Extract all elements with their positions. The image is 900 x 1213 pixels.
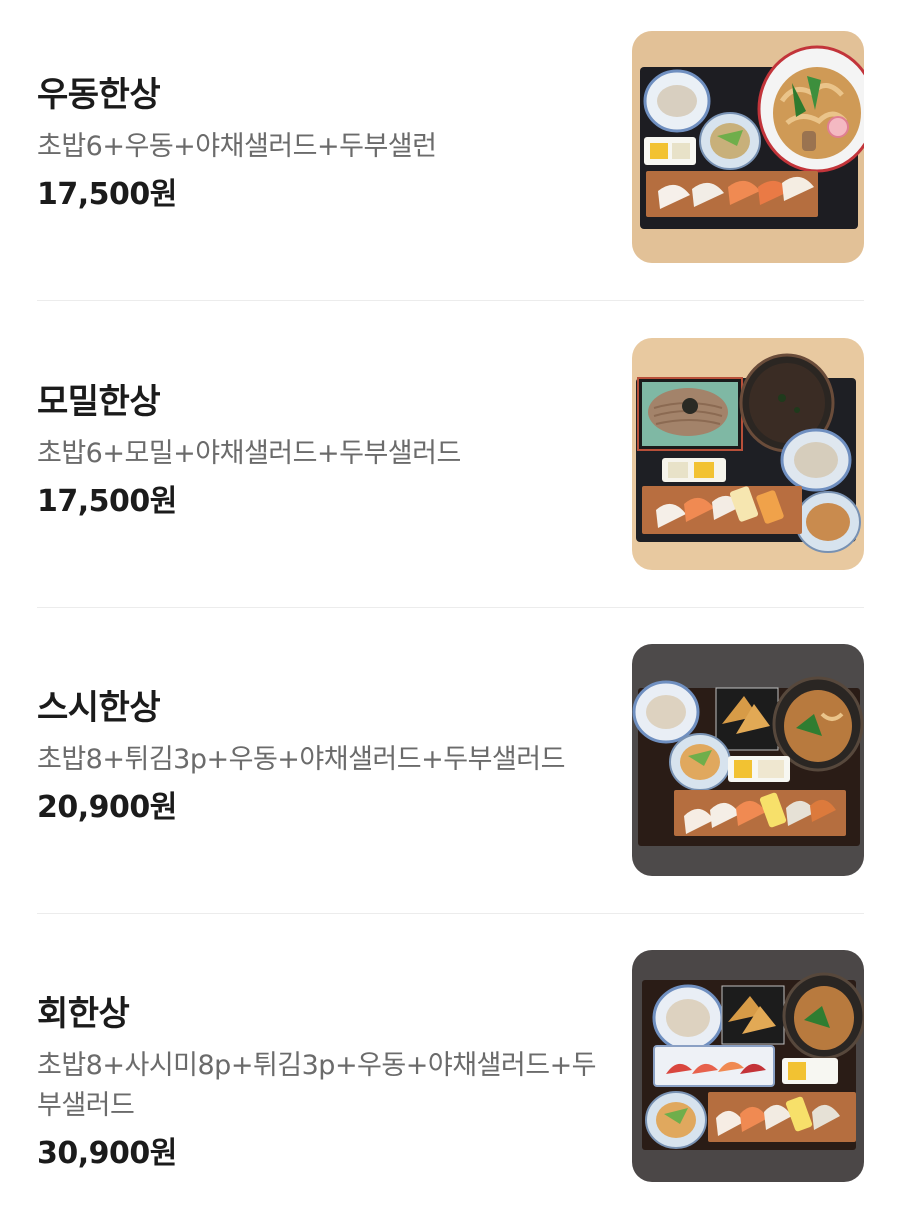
menu-item-info: 우동한상 초밥6+우동+야채샐러드+두부샐런 17,500원 — [37, 73, 597, 215]
sashimi-set-illustration — [632, 950, 864, 1182]
udon-set-photo[interactable] — [632, 31, 864, 263]
menu-item-info: 스시한상 초밥8+튀김3p+우동+야채샐러드+두부샐러드 20,900원 — [37, 686, 597, 828]
menu-item-price: 30,900원 — [37, 1136, 177, 1171]
menu-item-udon-set[interactable]: 우동한상 초밥6+우동+야채샐러드+두부샐런 17,500원 — [37, 31, 864, 263]
sushi-set-illustration — [632, 644, 864, 876]
menu-item-price: 17,500원 — [37, 177, 177, 212]
divider — [37, 607, 864, 608]
sashimi-set-photo[interactable] — [632, 950, 864, 1182]
soba-set-photo[interactable] — [632, 338, 864, 570]
menu-item-price: 17,500원 — [37, 484, 177, 519]
menu-item-info: 모밀한상 초밥6+모밀+야채샐러드+두부샐러드 17,500원 — [37, 380, 597, 522]
sushi-set-photo[interactable] — [632, 644, 864, 876]
menu-item-info: 회한상 초밥8+사시미8p+튀김3p+우동+야채샐러드+두부샐러드 30,900… — [37, 992, 597, 1174]
menu-item-sushi-set[interactable]: 스시한상 초밥8+튀김3p+우동+야채샐러드+두부샐러드 20,900원 — [37, 644, 864, 876]
menu-item-sashimi-set[interactable]: 회한상 초밥8+사시미8p+튀김3p+우동+야채샐러드+두부샐러드 30,900… — [37, 950, 864, 1182]
menu-item-description: 초밥8+사시미8p+튀김3p+우동+야채샐러드+두부샐러드 — [37, 1050, 597, 1121]
udon-set-illustration — [632, 31, 864, 263]
menu-item-name: 우동한상 — [37, 75, 161, 115]
menu-item-price: 20,900원 — [37, 790, 177, 825]
soba-set-illustration — [632, 338, 864, 570]
menu-item-name: 스시한상 — [37, 688, 161, 728]
menu-item-description: 초밥8+튀김3p+우동+야채샐러드+두부샐러드 — [37, 744, 565, 775]
menu-item-soba-set[interactable]: 모밀한상 초밥6+모밀+야채샐러드+두부샐러드 17,500원 — [37, 338, 864, 570]
divider — [37, 300, 864, 301]
menu-item-name: 모밀한상 — [37, 382, 161, 422]
divider — [37, 913, 864, 914]
menu-list: 우동한상 초밥6+우동+야채샐러드+두부샐런 17,500원 모밀한상 초밥6+… — [0, 0, 900, 1213]
menu-item-description: 초밥6+모밀+야채샐러드+두부샐러드 — [37, 438, 461, 469]
menu-item-description: 초밥6+우동+야채샐러드+두부샐런 — [37, 131, 437, 162]
menu-item-name: 회한상 — [37, 994, 130, 1034]
